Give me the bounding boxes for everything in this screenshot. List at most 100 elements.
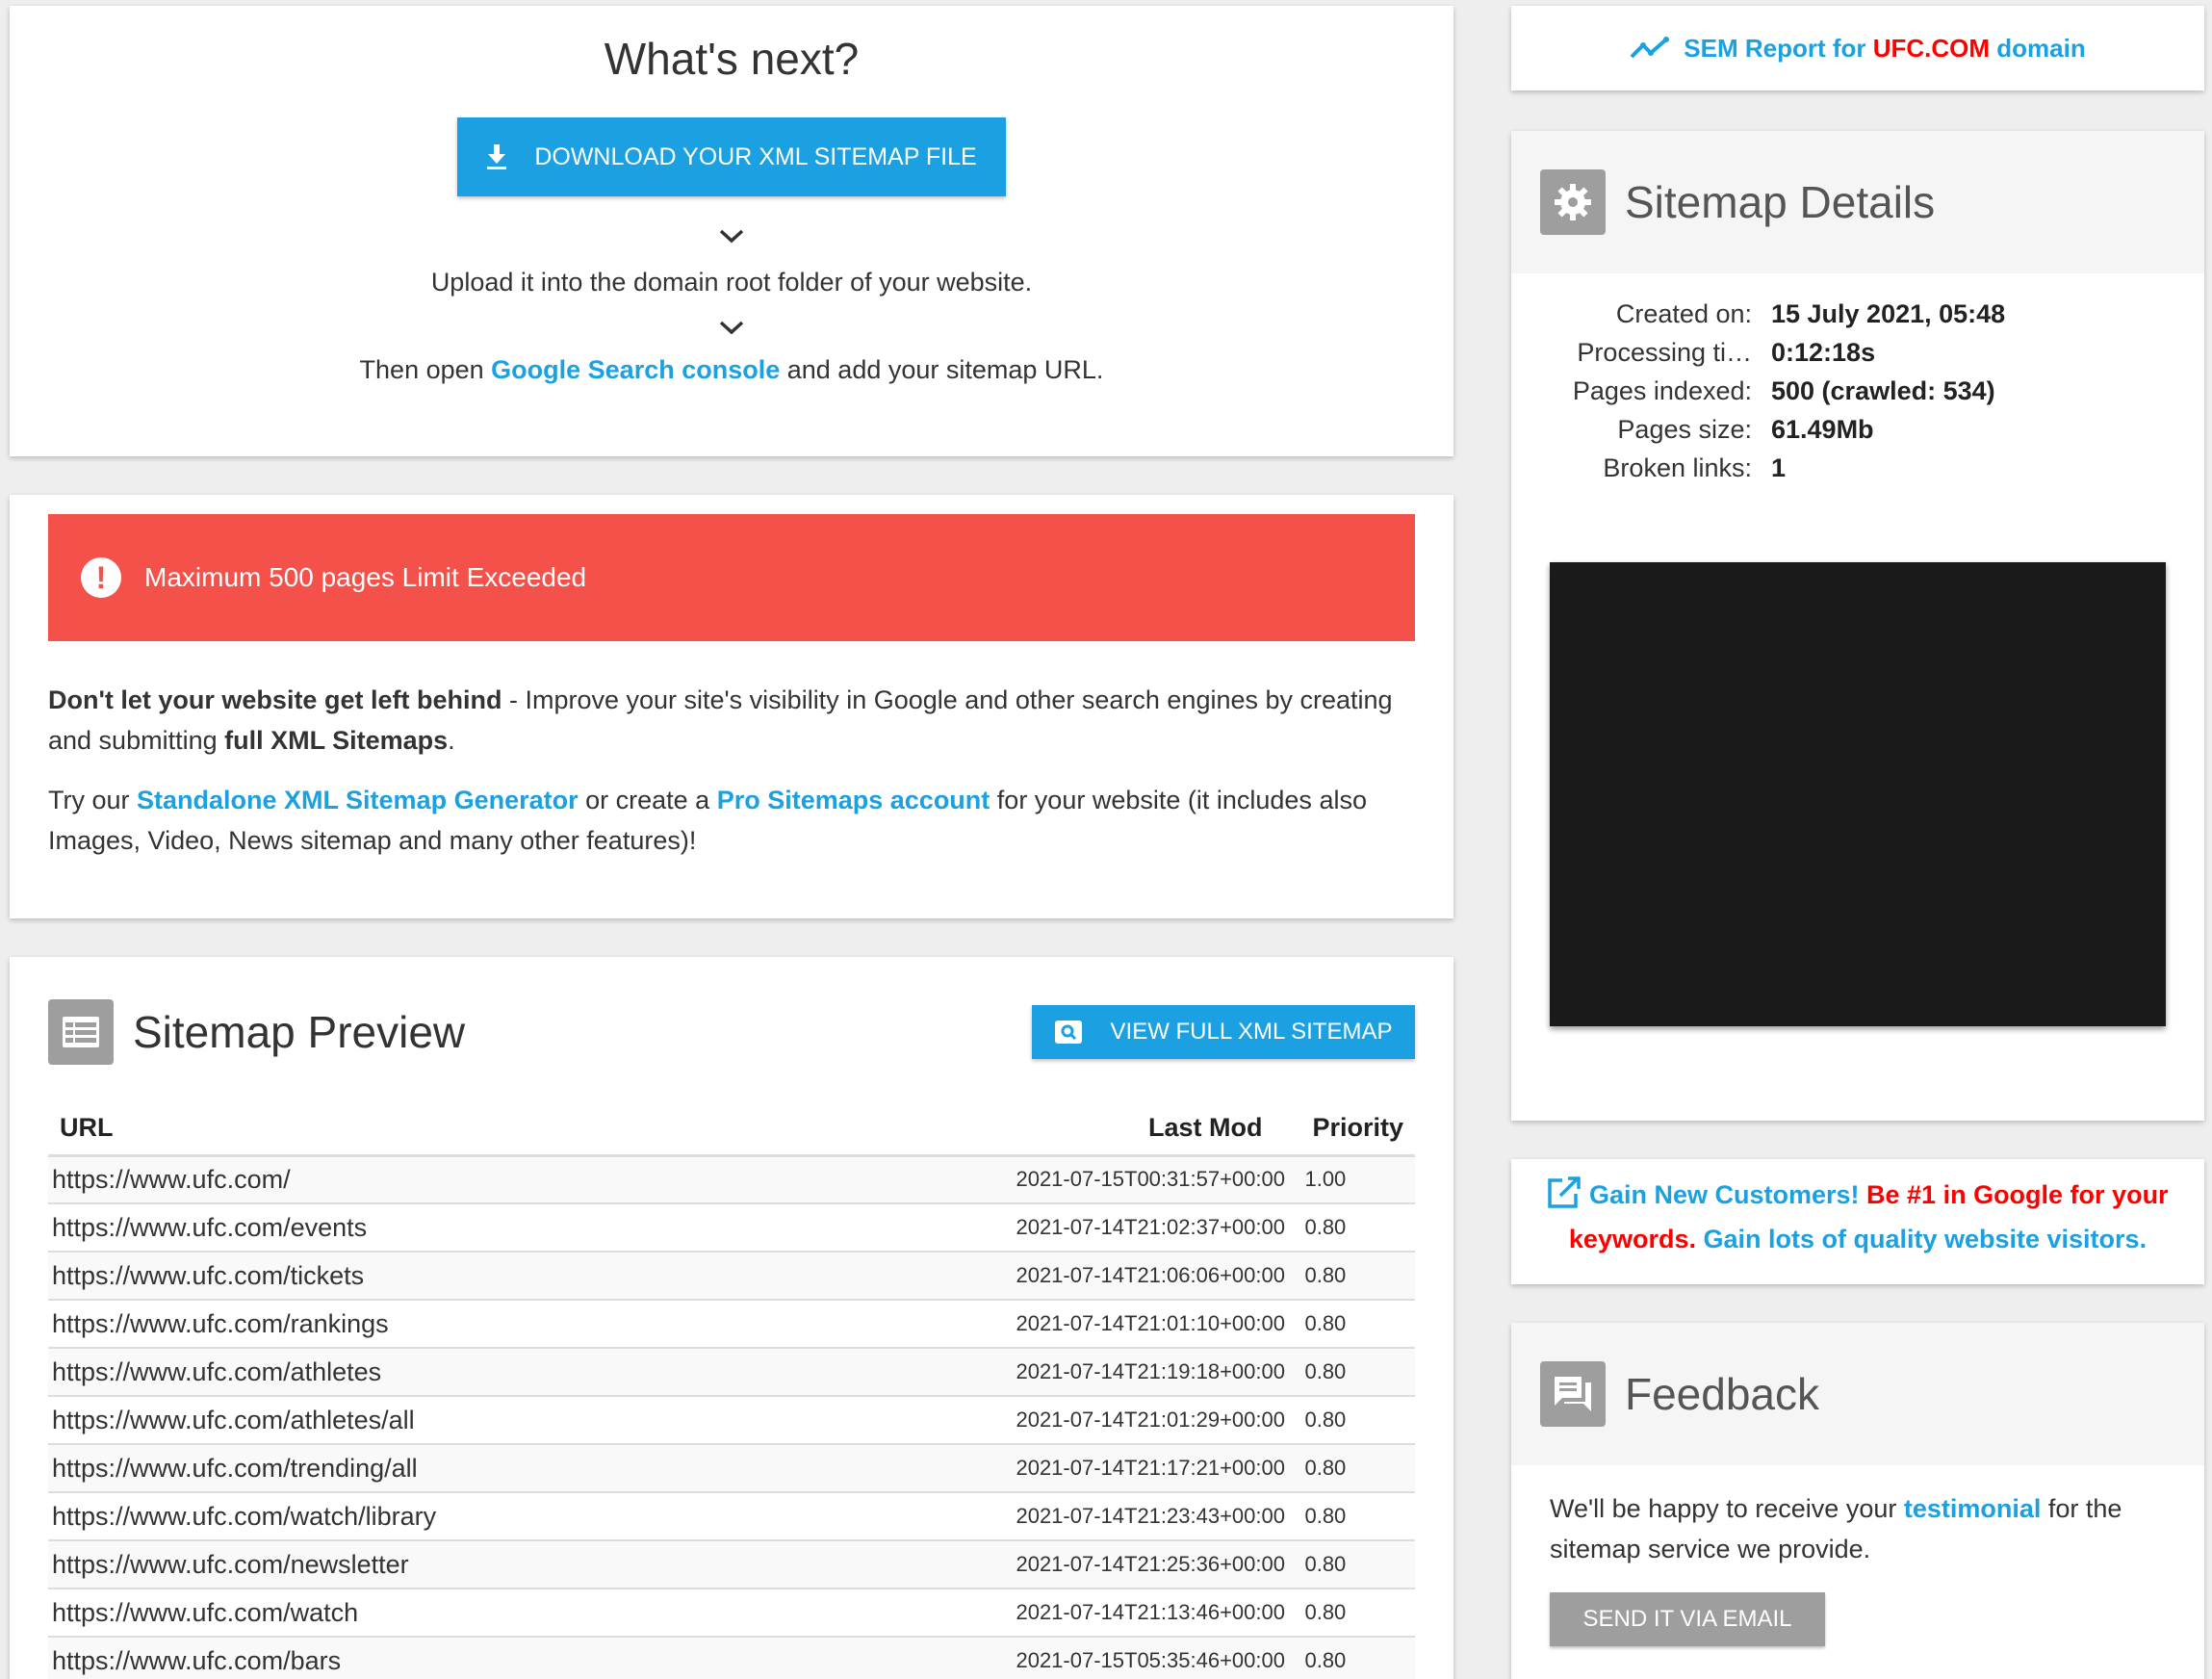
search-console-step: Then open Google Search console and add … [10,355,1453,385]
detail-value: 500 (crawled: 534) [1771,375,1995,405]
standalone-generator-link[interactable]: Standalone XML Sitemap Generator [137,786,579,814]
column-header-priority: Priority [1300,1101,1415,1157]
lastmod-cell: 2021-07-14T21:19:18+00:00 [1012,1348,1301,1397]
table-row: https://www.ufc.com/2021-07-15T00:31:57+… [48,1155,1415,1204]
sem-suffix: domain [1990,33,2086,63]
try-middle: or create a [578,786,717,814]
table-row: https://www.ufc.com/watch 2021-07-14T21:1… [48,1589,1415,1638]
url-cell: https://www.ufc.com/events [48,1203,1013,1253]
promo-bold-text: Don't let your website get left behind [48,685,502,714]
detail-row: Pages size: 61.49Mb [1511,410,2204,449]
url-cell: https://www.ufc.com/ [48,1155,1013,1204]
detail-row: Processing ti… 0:12:18s [1511,333,2204,372]
table-row: https://www.ufc.com/watch/library 2021-07… [48,1492,1415,1541]
chevron-down-icon [719,321,744,335]
detail-label: Pages indexed: [1572,375,1752,405]
google-search-console-link[interactable]: Google Search console [491,355,780,384]
sitemap-details-title: Sitemap Details [1625,177,1936,227]
url-cell: https://www.ufc.com/rankings [48,1300,1013,1349]
feedback-text: We'll be happy to receive your testimoni… [1550,1488,2166,1569]
upload-step-text: Upload it into the domain root folder of… [430,268,1033,297]
promo-paragraph: Don't let your website get left behind -… [48,680,1415,761]
table-row: https://www.ufc.com/bars 2021-07-15T05:35… [48,1637,1415,1679]
column-header-lastmod: Last Mod [1012,1101,1301,1157]
priority-cell: 0.80 [1300,1444,1415,1493]
promo-bold-text-2: full XML Sitemaps [224,726,449,755]
url-cell: https://www.ufc.com/tickets [48,1252,1013,1301]
priority-cell: 0.80 [1300,1589,1415,1638]
gain-visitors-text: Gain lots of quality website visitors. [1695,1225,2148,1253]
view-full-sitemap-button[interactable]: VIEW FULL XML SITEMAP [1032,1005,1415,1059]
lastmod-cell: 2021-07-14T21:06:06+00:00 [1012,1252,1301,1301]
lastmod-cell: 2021-07-14T21:02:37+00:00 [1012,1203,1301,1253]
gain-customers-card[interactable]: Gain New Customers! Be #1 in Google for … [1511,1159,2204,1284]
limit-alert-card: ! Maximum 500 pages Limit Exceeded Don't… [10,495,1453,918]
download-sitemap-label: DOWNLOAD YOUR XML SITEMAP FILE [534,142,977,170]
detail-row: Created on: 15 July 2021, 05:48 [1511,295,2204,333]
detail-label: Broken links: [1603,452,1752,482]
lastmod-cell: 2021-07-15T00:31:57+00:00 [1012,1155,1301,1204]
sitemap-preview-title: Sitemap Preview [133,1007,466,1057]
testimonial-link[interactable]: testimonial [1904,1494,2042,1523]
lastmod-cell: 2021-07-14T21:17:21+00:00 [1012,1444,1301,1493]
sem-report-card[interactable]: SEM Report for UFC.COM domain [1511,6,2204,90]
feedback-title: Feedback [1625,1369,1820,1419]
list-icon [48,999,114,1065]
priority-cell: 0.80 [1300,1348,1415,1397]
priority-cell: 0.80 [1300,1203,1415,1253]
sem-report-link[interactable]: SEM Report for UFC.COM domain [1684,34,2085,64]
alert-message: Maximum 500 pages Limit Exceeded [144,562,587,592]
url-cell: https://www.ufc.com/bars [48,1637,1013,1679]
detail-label: Pages size: [1617,414,1752,444]
detail-value: 61.49Mb [1771,414,1874,444]
download-sitemap-button[interactable]: DOWNLOAD YOUR XML SITEMAP FILE [457,117,1006,196]
table-row: https://www.ufc.com/events 2021-07-14T21:… [48,1203,1415,1253]
table-row: https://www.ufc.com/rankings 2021-07-14T2… [48,1300,1415,1349]
url-cell: https://www.ufc.com/watch/library [48,1492,1013,1541]
limit-exceeded-alert: ! Maximum 500 pages Limit Exceeded [48,514,1415,641]
lastmod-cell: 2021-07-14T21:01:10+00:00 [1012,1300,1301,1349]
detail-label: Created on: [1615,298,1752,328]
table-row: https://www.ufc.com/tickets 2021-07-14T21… [48,1252,1415,1301]
url-cell: https://www.ufc.com/trending/all [48,1444,1013,1493]
trending-up-icon [1630,37,1670,59]
try-paragraph: Try our Standalone XML Sitemap Generator… [48,780,1415,861]
whats-next-card: What's next? DOWNLOAD YOUR XML SITEMAP F… [10,6,1453,456]
detail-row: Broken links: 1 [1511,449,2204,487]
column-header-url: URL [48,1101,1013,1157]
detail-label: Processing ti… [1577,337,1752,367]
sitemap-preview-card: Sitemap Preview VIEW FULL XML SITEMAP UR… [10,957,1453,1679]
exclamation-icon: ! [81,557,121,598]
search-icon [1054,1020,1082,1044]
detail-value: 0:12:18s [1771,337,1876,367]
pro-sitemaps-link[interactable]: Pro Sitemaps account [717,786,990,814]
table-row: https://www.ufc.com/trending/all 2021-07-… [48,1444,1415,1493]
gain-customers-text: Gain New Customers! [1588,1180,1860,1209]
feedback-prefix: We'll be happy to receive your [1550,1494,1904,1523]
url-cell: https://www.ufc.com/athletes [48,1348,1013,1397]
table-row: https://www.ufc.com/newsletter 2021-07-14… [48,1540,1415,1589]
sitemap-preview-table: URL Last Mod Priority https://www.ufc.co… [48,1101,1415,1679]
chevron-down-icon [719,229,744,244]
url-cell: https://www.ufc.com/watch [48,1589,1013,1638]
priority-cell: 1.00 [1300,1155,1415,1204]
sem-domain: UFC.COM [1872,33,1991,63]
detail-value: 1 [1771,452,1787,482]
lastmod-cell: 2021-07-14T21:01:29+00:00 [1012,1396,1301,1445]
table-row: https://www.ufc.com/athletes/all 2021-07-… [48,1396,1415,1445]
sitemap-details-list: Created on: 15 July 2021, 05:48 Processing… [1511,295,2204,487]
lastmod-cell: 2021-07-14T21:13:46+00:00 [1012,1589,1301,1638]
external-link-icon [1548,1176,1582,1208]
url-cell: https://www.ufc.com/newsletter [48,1540,1013,1589]
priority-cell: 0.80 [1300,1637,1415,1679]
detail-row: Pages indexed: 500 (crawled: 534) [1511,372,2204,410]
priority-cell: 0.80 [1300,1396,1415,1445]
lastmod-cell: 2021-07-14T21:25:36+00:00 [1012,1540,1301,1589]
priority-cell: 0.80 [1300,1540,1415,1589]
try-prefix: Try our [48,786,138,814]
send-email-button[interactable]: SEND IT VIA EMAIL [1550,1592,1825,1646]
sem-prefix: SEM Report for [1684,33,1873,63]
download-icon [487,144,507,169]
lastmod-cell: 2021-07-15T05:35:46+00:00 [1012,1637,1301,1679]
detail-value: 15 July 2021, 05:48 [1771,298,2006,328]
